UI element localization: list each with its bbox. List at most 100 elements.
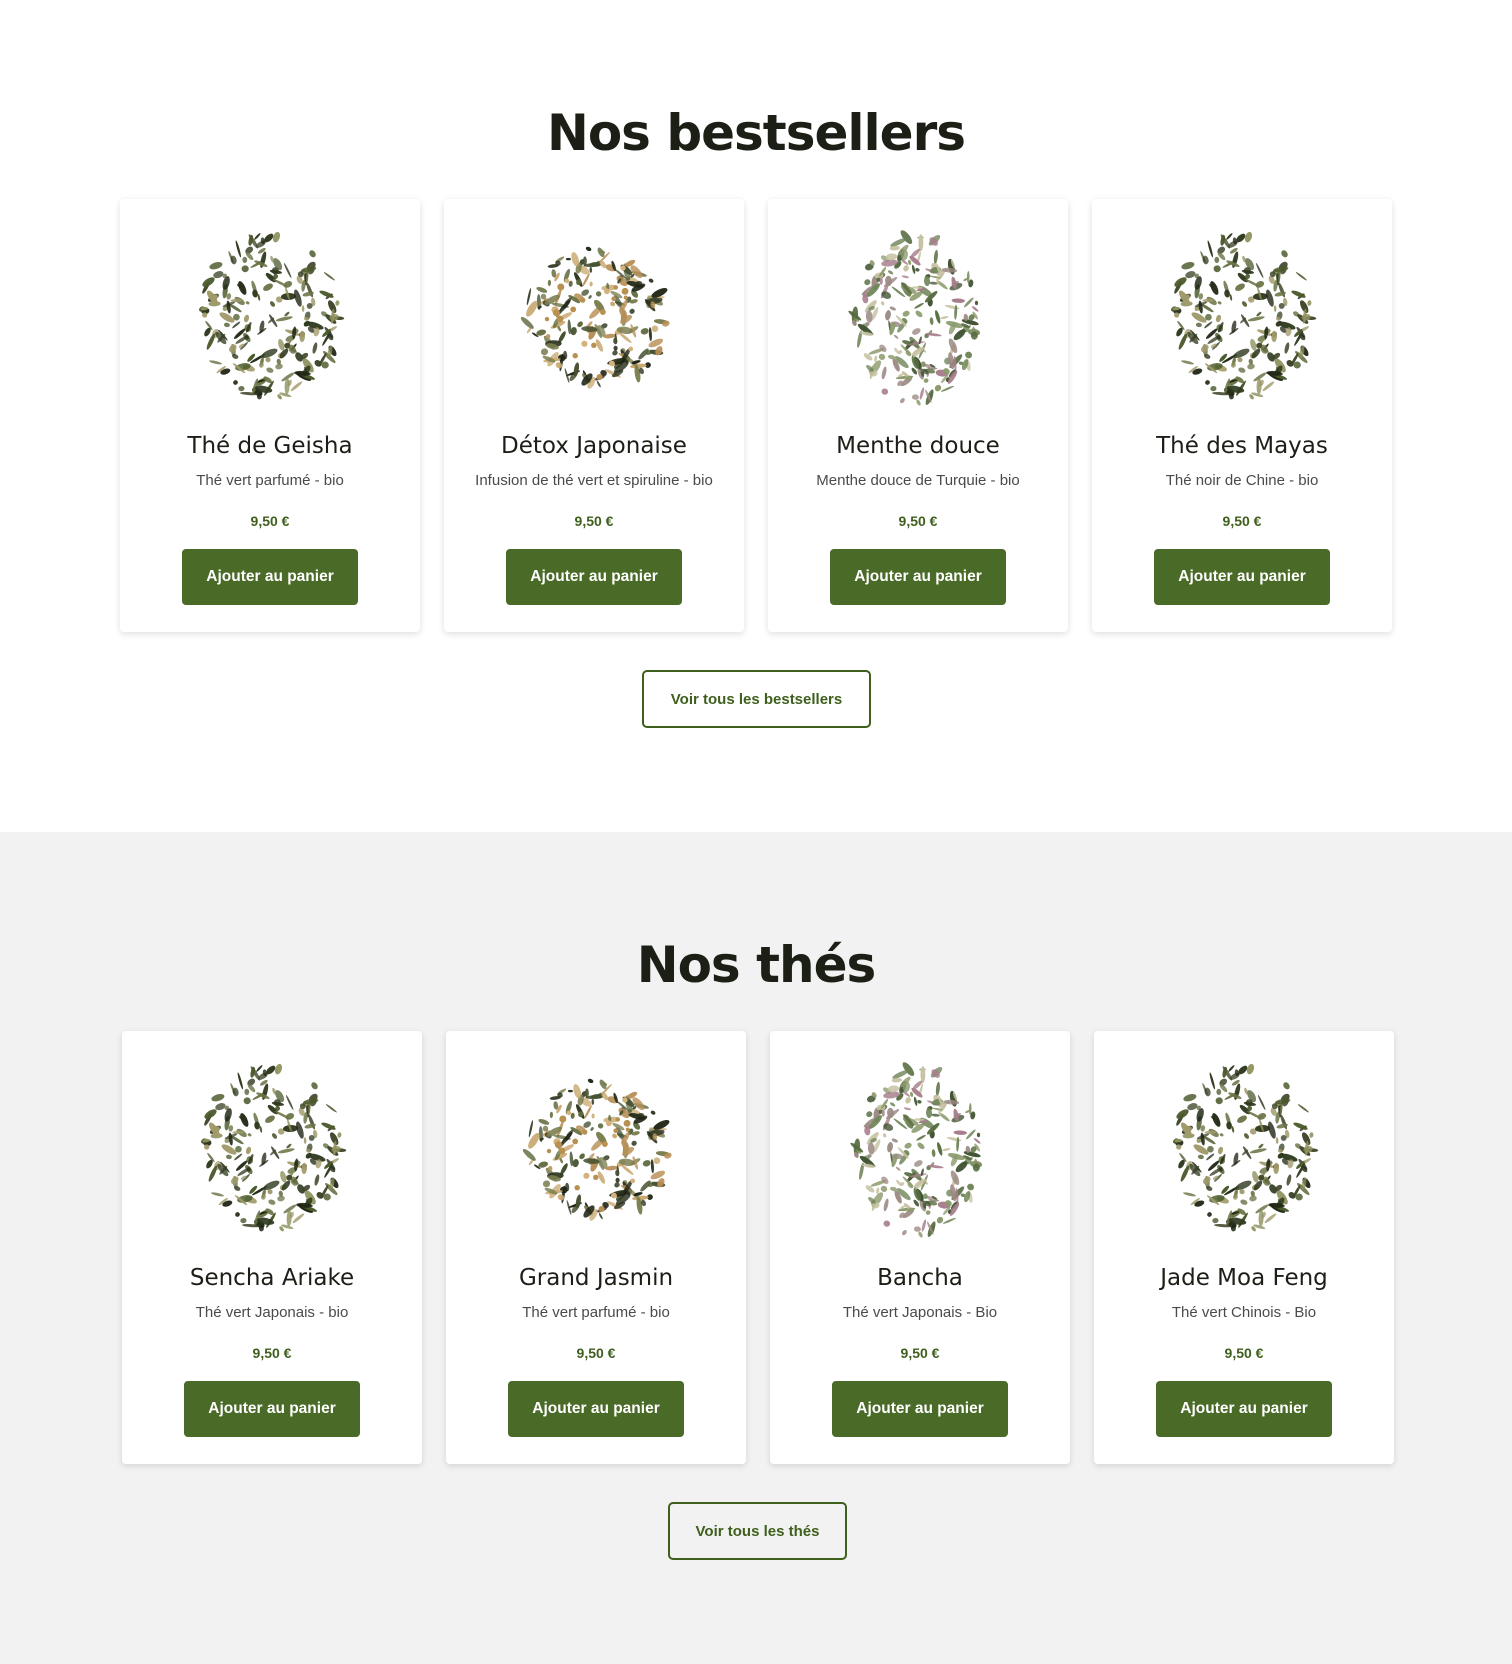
tea-leaf-fragment <box>1226 233 1233 240</box>
tea-leaf-fragment <box>1217 1146 1224 1155</box>
tea-leaf-fragment <box>1295 272 1307 281</box>
tea-seed <box>606 1120 612 1127</box>
tea-leaves-image[interactable] <box>182 1057 362 1247</box>
tea-leaves-image[interactable] <box>1154 1057 1334 1247</box>
product-card[interactable]: Sencha Ariake Thé vert Japonais - bio 9,… <box>122 1031 422 1464</box>
see-all-teas-button[interactable]: Voir tous les thés <box>668 1502 847 1560</box>
tea-leaf-fragment <box>258 362 264 368</box>
tea-seed <box>572 1138 579 1145</box>
add-to-cart-button[interactable]: Ajouter au panier <box>506 549 682 605</box>
tea-seed <box>620 265 626 271</box>
see-all-bestsellers-button[interactable]: Voir tous les bestsellers <box>642 670 871 728</box>
tea-leaf-fragment <box>913 1226 921 1232</box>
mint-leaves-image[interactable] <box>830 1057 1010 1247</box>
tea-leaf-fragment <box>283 281 293 288</box>
product-card[interactable]: Grand Jasmin Thé vert parfumé - bio 9,50… <box>446 1031 746 1464</box>
tea-leaf-fragment <box>905 1097 911 1104</box>
product-name[interactable]: Thé des Mayas <box>1156 431 1328 461</box>
add-to-cart-button[interactable]: Ajouter au panier <box>830 549 1006 605</box>
tea-leaf-fragment <box>911 264 916 274</box>
product-name[interactable]: Thé de Geisha <box>187 431 352 461</box>
tea-leaf-fragment <box>241 265 249 273</box>
tea-leaf-fragment <box>653 1157 661 1165</box>
tea-leaf-fragment <box>1174 277 1187 287</box>
tea-blend-image[interactable] <box>506 1057 686 1247</box>
product-card[interactable]: Détox Japonaise Infusion de thé vert et … <box>444 199 744 632</box>
product-name[interactable]: Bancha <box>877 1263 963 1293</box>
tea-seed <box>546 1148 552 1154</box>
tea-leaves-image[interactable] <box>180 225 360 415</box>
product-card[interactable]: Jade Moa Feng Thé vert Chinois - Bio 9,5… <box>1094 1031 1394 1464</box>
product-name[interactable]: Détox Japonaise <box>501 431 687 461</box>
tea-leaf-fragment <box>1212 1217 1219 1224</box>
tea-leaf-fragment <box>1207 1212 1212 1217</box>
tea-leaf-fragment <box>240 1217 247 1224</box>
tea-leaf-fragment <box>864 279 871 286</box>
tea-leaf-fragment <box>918 1231 923 1238</box>
tea-leaf-fragment <box>935 310 941 324</box>
tea-leaf-fragment <box>597 1123 604 1129</box>
tea-seed <box>598 1206 605 1212</box>
tea-leaf-fragment <box>1205 380 1210 385</box>
tea-leaf-fragment <box>547 279 552 287</box>
tea-leaf-fragment <box>211 1192 224 1197</box>
add-to-cart-button[interactable]: Ajouter au panier <box>1156 1381 1332 1437</box>
tea-leaf-fragment <box>901 275 910 279</box>
tea-seed <box>580 297 586 303</box>
tea-leaf-fragment <box>965 351 973 359</box>
tea-leaf-fragment <box>540 348 549 356</box>
tea-leaf-fragment <box>889 1102 896 1107</box>
add-to-cart-button[interactable]: Ajouter au panier <box>184 1381 360 1437</box>
tea-leaf-fragment <box>522 1148 536 1161</box>
tea-seed <box>559 1115 567 1123</box>
tea-leaf-fragment <box>967 1183 975 1191</box>
product-price: 9,50 € <box>900 1345 940 1361</box>
bestsellers-grid: Thé de Geisha Thé vert parfumé - bio 9,5… <box>120 199 1392 632</box>
tea-leaf-fragment <box>277 1148 295 1154</box>
tea-leaf-fragment <box>613 345 618 351</box>
tea-leaf-fragment <box>1219 1133 1224 1137</box>
product-name[interactable]: Grand Jasmin <box>519 1263 673 1293</box>
product-card[interactable]: Menthe douce Menthe douce de Turquie - b… <box>768 199 1068 632</box>
product-card[interactable]: Thé des Mayas Thé noir de Chine - bio 9,… <box>1092 199 1392 632</box>
tea-leaf-fragment <box>244 1088 250 1096</box>
tea-leaf-fragment <box>312 342 318 354</box>
product-description: Thé vert Japonais - bio <box>195 1304 349 1321</box>
tea-leaf-fragment <box>256 1065 263 1072</box>
tea-leaf-fragment <box>1241 301 1248 307</box>
tea-leaf-fragment <box>1244 231 1253 243</box>
tea-leaf-fragment <box>582 273 590 287</box>
tea-leaf-fragment <box>542 1180 551 1188</box>
tea-leaf-fragment <box>263 283 273 291</box>
product-name[interactable]: Menthe douce <box>836 431 1000 461</box>
tea-leaf-fragment <box>1271 330 1278 343</box>
add-to-cart-button[interactable]: Ajouter au panier <box>508 1381 684 1437</box>
tea-seed <box>591 342 597 348</box>
add-to-cart-button[interactable]: Ajouter au panier <box>182 549 358 605</box>
product-name[interactable]: Sencha Ariake <box>190 1263 354 1293</box>
tea-leaf-fragment <box>1232 1194 1238 1200</box>
tea-leaf-fragment <box>1216 1088 1222 1096</box>
tea-leaf-fragment <box>642 1160 651 1167</box>
tea-leaf-fragment <box>1230 362 1236 368</box>
add-to-cart-button[interactable]: Ajouter au panier <box>832 1381 1008 1437</box>
tea-leaf-fragment <box>919 387 925 400</box>
tea-leaf-fragment <box>598 1212 603 1220</box>
tea-leaf-fragment <box>223 322 230 328</box>
tea-leaf-fragment <box>915 310 923 318</box>
tea-leaf-fragment <box>245 301 250 305</box>
tea-leaf-fragment <box>940 316 949 320</box>
tea-leaf-fragment <box>209 262 223 270</box>
tea-leaf-fragment <box>915 268 920 272</box>
tea-leaves-image[interactable] <box>1152 225 1332 415</box>
product-card[interactable]: Bancha Thé vert Japonais - Bio 9,50 € Aj… <box>770 1031 1070 1464</box>
add-to-cart-button[interactable]: Ajouter au panier <box>1154 549 1330 605</box>
product-name[interactable]: Jade Moa Feng <box>1160 1263 1328 1293</box>
product-card[interactable]: Thé de Geisha Thé vert parfumé - bio 9,5… <box>120 199 420 632</box>
mint-leaves-image[interactable] <box>828 225 1008 415</box>
tea-leaf-fragment <box>215 1103 226 1111</box>
tea-blend-image[interactable] <box>504 225 684 415</box>
tea-leaf-fragment <box>1233 1152 1239 1165</box>
tea-leaf-fragment <box>1210 281 1219 295</box>
tea-leaf-fragment <box>243 1097 251 1105</box>
